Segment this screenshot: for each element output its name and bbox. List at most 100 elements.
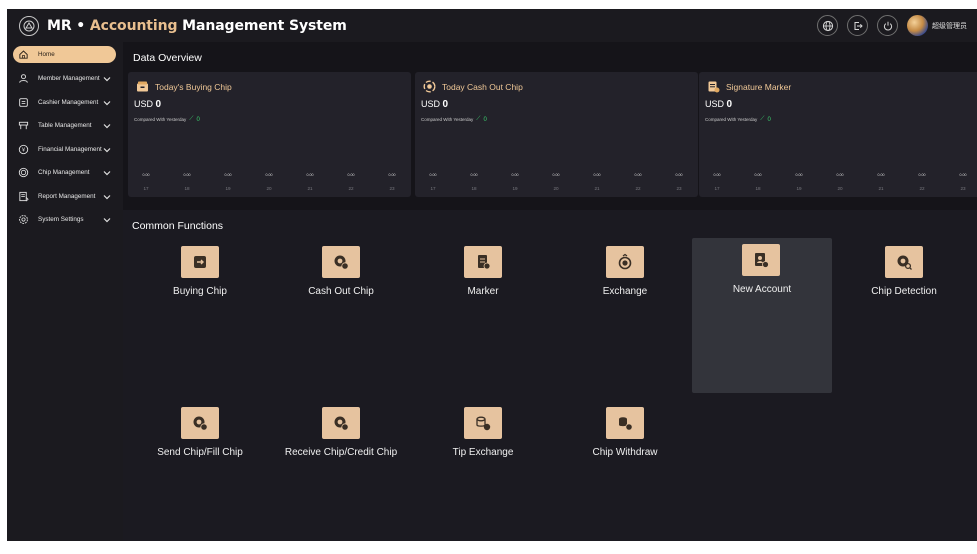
- cashier-icon: [17, 96, 30, 109]
- chart-x-tick-label: 20: [266, 186, 272, 191]
- chart-x-tick-label: 18: [755, 186, 761, 191]
- sidebar-item-cashier-management[interactable]: Cashier Management: [13, 94, 116, 111]
- logout-icon[interactable]: [847, 15, 868, 36]
- card-value: USD 0: [705, 99, 732, 110]
- function-marker[interactable]: Marker: [413, 238, 553, 393]
- sidebar-item-label: Report Management: [38, 193, 96, 200]
- chart-value-label: 0.00: [553, 173, 560, 177]
- sidebar-item-table-management[interactable]: Table Management: [13, 117, 116, 134]
- wallet-icon: [137, 81, 148, 92]
- sidebar-item-report-management[interactable]: Report Management: [13, 188, 116, 205]
- function-cash-out-chip[interactable]: Cash Out Chip: [271, 238, 411, 393]
- card-header: Today's Buying Chip: [136, 80, 232, 93]
- title-accent: Accounting: [89, 17, 178, 34]
- common-functions-title: Common Functions: [132, 220, 224, 232]
- card-value: USD 0: [421, 99, 448, 110]
- chevron-down-icon: [103, 195, 111, 200]
- function-tip-exchange[interactable]: Tip Exchange: [413, 399, 553, 554]
- card-header: Signature Marker: [707, 80, 791, 93]
- card-compare: Compared With Yesterday ⟋ 0: [134, 116, 200, 123]
- chart-value-label: 0.00: [878, 173, 885, 177]
- card-amount: 0: [442, 99, 449, 110]
- chart-x-tick-label: 18: [184, 186, 190, 191]
- chart-x-tick-label: 19: [225, 186, 231, 191]
- sidebar-item-chip-management[interactable]: Chip Management: [13, 164, 116, 181]
- chip-icon: [17, 166, 30, 179]
- marker-doc-icon: [464, 246, 502, 278]
- top-header: MR • Accounting Management System 超级管理员: [7, 9, 977, 42]
- card-compare: Compared With Yesterday ⟋ 0: [421, 116, 487, 123]
- exchange-icon: [606, 246, 644, 278]
- chart-value-label: 0.00: [430, 173, 437, 177]
- chart-value-label: 0.00: [471, 173, 478, 177]
- function-label: Chip Withdraw: [592, 447, 658, 458]
- tip-exchange-icon: [464, 407, 502, 439]
- chart-value-label: 0.00: [225, 173, 232, 177]
- card-compare: Compared With Yesterday ⟋ 0: [705, 116, 771, 123]
- function-send-chip-fill-chip[interactable]: Send Chip/Fill Chip: [130, 399, 270, 554]
- settings-icon: [17, 213, 30, 226]
- function-chip-detection[interactable]: Chip Detection: [834, 238, 974, 393]
- compare-label: Compared With Yesterday: [705, 117, 758, 122]
- header-actions: 超级管理员: [817, 15, 967, 36]
- chart-value-label: 0.00: [796, 173, 803, 177]
- report-icon: [17, 190, 30, 203]
- trend-up-icon: ⟋: [760, 116, 765, 122]
- card-currency: USD: [134, 99, 154, 109]
- sidebar-item-label: Chip Management: [38, 169, 90, 176]
- chart-x-tick-label: 18: [471, 186, 477, 191]
- card-value: USD 0: [134, 99, 161, 110]
- finance-icon: ¥: [17, 143, 30, 156]
- chart-x-tick-label: 21: [878, 186, 884, 191]
- send-chip-icon: [181, 407, 219, 439]
- function-exchange[interactable]: Exchange: [555, 238, 695, 393]
- chart-x-tick-label: 20: [553, 186, 559, 191]
- function-receive-chip-credit-chip[interactable]: Receive Chip/Credit Chip: [271, 399, 411, 554]
- common-functions-panel: Common Functions Buying Chip Cash Out Ch…: [123, 210, 977, 541]
- chart-value-label: 0.00: [266, 173, 273, 177]
- card-title: Today Cash Out Chip: [442, 81, 523, 92]
- card-signature-marker[interactable]: 0.00 17 0.00 18 0.00 19 0.00 20 0.00 21 0.00 22 0.00…: [699, 72, 977, 197]
- cash-out-chip-icon: [322, 246, 360, 278]
- function-buying-chip[interactable]: Buying Chip: [130, 238, 270, 393]
- chart-value-label: 0.00: [960, 173, 967, 177]
- globe-icon[interactable]: [817, 15, 838, 36]
- sidebar-item-label: Member Management: [38, 75, 100, 82]
- receive-chip-icon: [322, 407, 360, 439]
- card-buying-chip[interactable]: 0.00 17 0.00 18 0.00 19 0.00 20 0.00 21 0.00 22 0.00…: [128, 72, 411, 197]
- card-header: Today Cash Out Chip: [423, 80, 523, 93]
- chevron-down-icon: [103, 101, 111, 106]
- chart-x-tick-label: 19: [796, 186, 802, 191]
- card-cash-out-chip[interactable]: 0.00 17 0.00 18 0.00 19 0.00 20 0.00 21 0.00 22 0.00…: [415, 72, 698, 197]
- sidebar-item-label: Table Management: [38, 122, 92, 129]
- chart-value-label: 0.00: [184, 173, 191, 177]
- chevron-down-icon: [103, 124, 111, 129]
- function-chip-withdraw[interactable]: Chip Withdraw: [555, 399, 695, 554]
- chart-x-tick-label: 20: [837, 186, 843, 191]
- buy-chip-icon: [181, 246, 219, 278]
- chip-detection-icon: [885, 246, 923, 278]
- chart-x-tick-label: 22: [919, 186, 925, 191]
- users-icon: [17, 72, 30, 85]
- chevron-down-icon: [103, 77, 111, 82]
- cashout-icon: [423, 80, 436, 93]
- sidebar-item-financial-management[interactable]: ¥ Financial Management: [13, 141, 116, 158]
- chart-x-tick-label: 19: [512, 186, 518, 191]
- chart-value-label: 0.00: [919, 173, 926, 177]
- compare-value: 0: [196, 116, 200, 123]
- avatar[interactable]: [907, 15, 928, 36]
- sidebar-item-member-management[interactable]: Member Management: [13, 70, 116, 87]
- card-title: Signature Marker: [726, 81, 792, 92]
- title-prefix: MR •: [47, 17, 90, 34]
- chart-value-label: 0.00: [143, 173, 150, 177]
- power-icon[interactable]: [877, 15, 898, 36]
- chart-value-label: 0.00: [348, 173, 355, 177]
- chevron-down-icon: [103, 218, 111, 223]
- sidebar-item-system-settings[interactable]: System Settings: [13, 211, 116, 228]
- chart-x-tick-label: 22: [635, 186, 641, 191]
- chevron-down-icon: [103, 148, 111, 153]
- username[interactable]: 超级管理员: [932, 21, 967, 31]
- function-new-account[interactable]: New Account: [692, 238, 832, 393]
- sidebar-item-label: Cashier Management: [38, 99, 99, 106]
- sidebar-item-home[interactable]: Home: [13, 46, 116, 63]
